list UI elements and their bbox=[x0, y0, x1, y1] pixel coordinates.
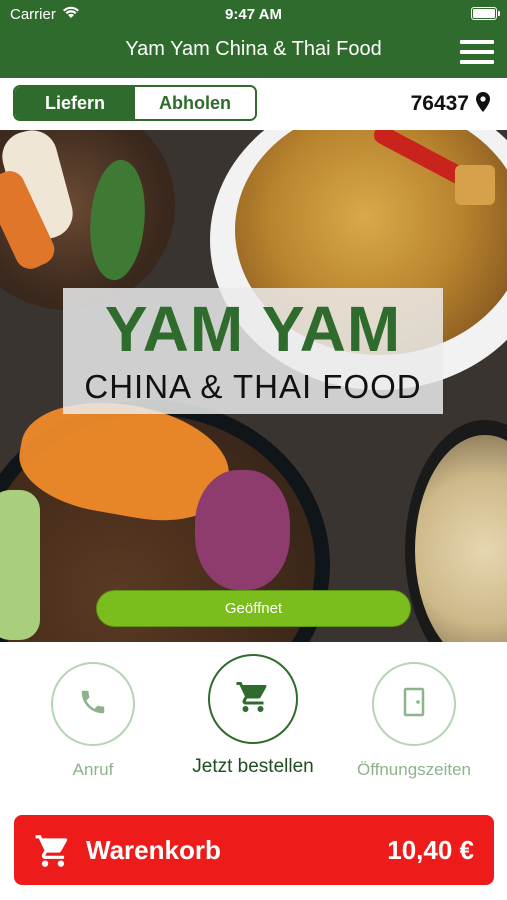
cart-button[interactable]: Warenkorb 10,40 € bbox=[14, 815, 494, 885]
battery-icon bbox=[471, 7, 500, 20]
hours-action[interactable]: Öffnungszeiten bbox=[329, 662, 499, 780]
status-bar: Carrier 9:47 AM bbox=[0, 0, 507, 28]
tab-liefern[interactable]: Liefern bbox=[15, 87, 135, 119]
opening-hours-label: Öffnungszeiten bbox=[356, 760, 472, 779]
tab-abholen[interactable]: Abholen bbox=[135, 87, 255, 119]
restaurant-logo: YAM YAM CHINA & THAI FOOD bbox=[63, 288, 443, 414]
call-button[interactable] bbox=[51, 662, 135, 746]
order-mode-bar: Liefern Abholen 76437 bbox=[0, 78, 507, 130]
hamburger-menu-icon[interactable] bbox=[460, 39, 494, 65]
app-header: Carrier 9:47 AM Yam Yam China & Thai Foo… bbox=[0, 0, 507, 78]
delivery-mode-toggle: Liefern Abholen bbox=[13, 85, 257, 121]
order-action[interactable]: Jetzt bestellen bbox=[168, 654, 338, 778]
page-title: Yam Yam China & Thai Food bbox=[125, 38, 382, 60]
call-label: Anruf bbox=[72, 760, 114, 779]
logo-title: YAM YAM bbox=[104, 293, 402, 365]
open-status-button[interactable]: Geöffnet bbox=[96, 590, 411, 627]
opening-hours-button[interactable] bbox=[372, 662, 456, 746]
phone-icon bbox=[78, 687, 108, 722]
door-icon bbox=[402, 687, 426, 722]
hero-banner: YAM YAM CHINA & THAI FOOD Geöffnet bbox=[0, 130, 507, 642]
call-action[interactable]: Anruf bbox=[8, 662, 178, 780]
cart-total: 10,40 € bbox=[387, 835, 474, 865]
order-now-button[interactable] bbox=[208, 654, 298, 744]
cart-label: Warenkorb bbox=[86, 835, 221, 865]
cart-icon bbox=[235, 679, 271, 720]
action-row: Anruf Jetzt bestellen Öffnungszeiten bbox=[0, 642, 507, 802]
cart-bar-icon bbox=[34, 832, 72, 875]
clock: 9:47 AM bbox=[225, 6, 282, 23]
order-now-label: Jetzt bestellen bbox=[192, 756, 314, 777]
logo-subtitle: CHINA & THAI FOOD bbox=[84, 368, 422, 405]
zip-code[interactable]: 76437 bbox=[411, 92, 469, 116]
location-pin-icon[interactable] bbox=[476, 92, 490, 117]
